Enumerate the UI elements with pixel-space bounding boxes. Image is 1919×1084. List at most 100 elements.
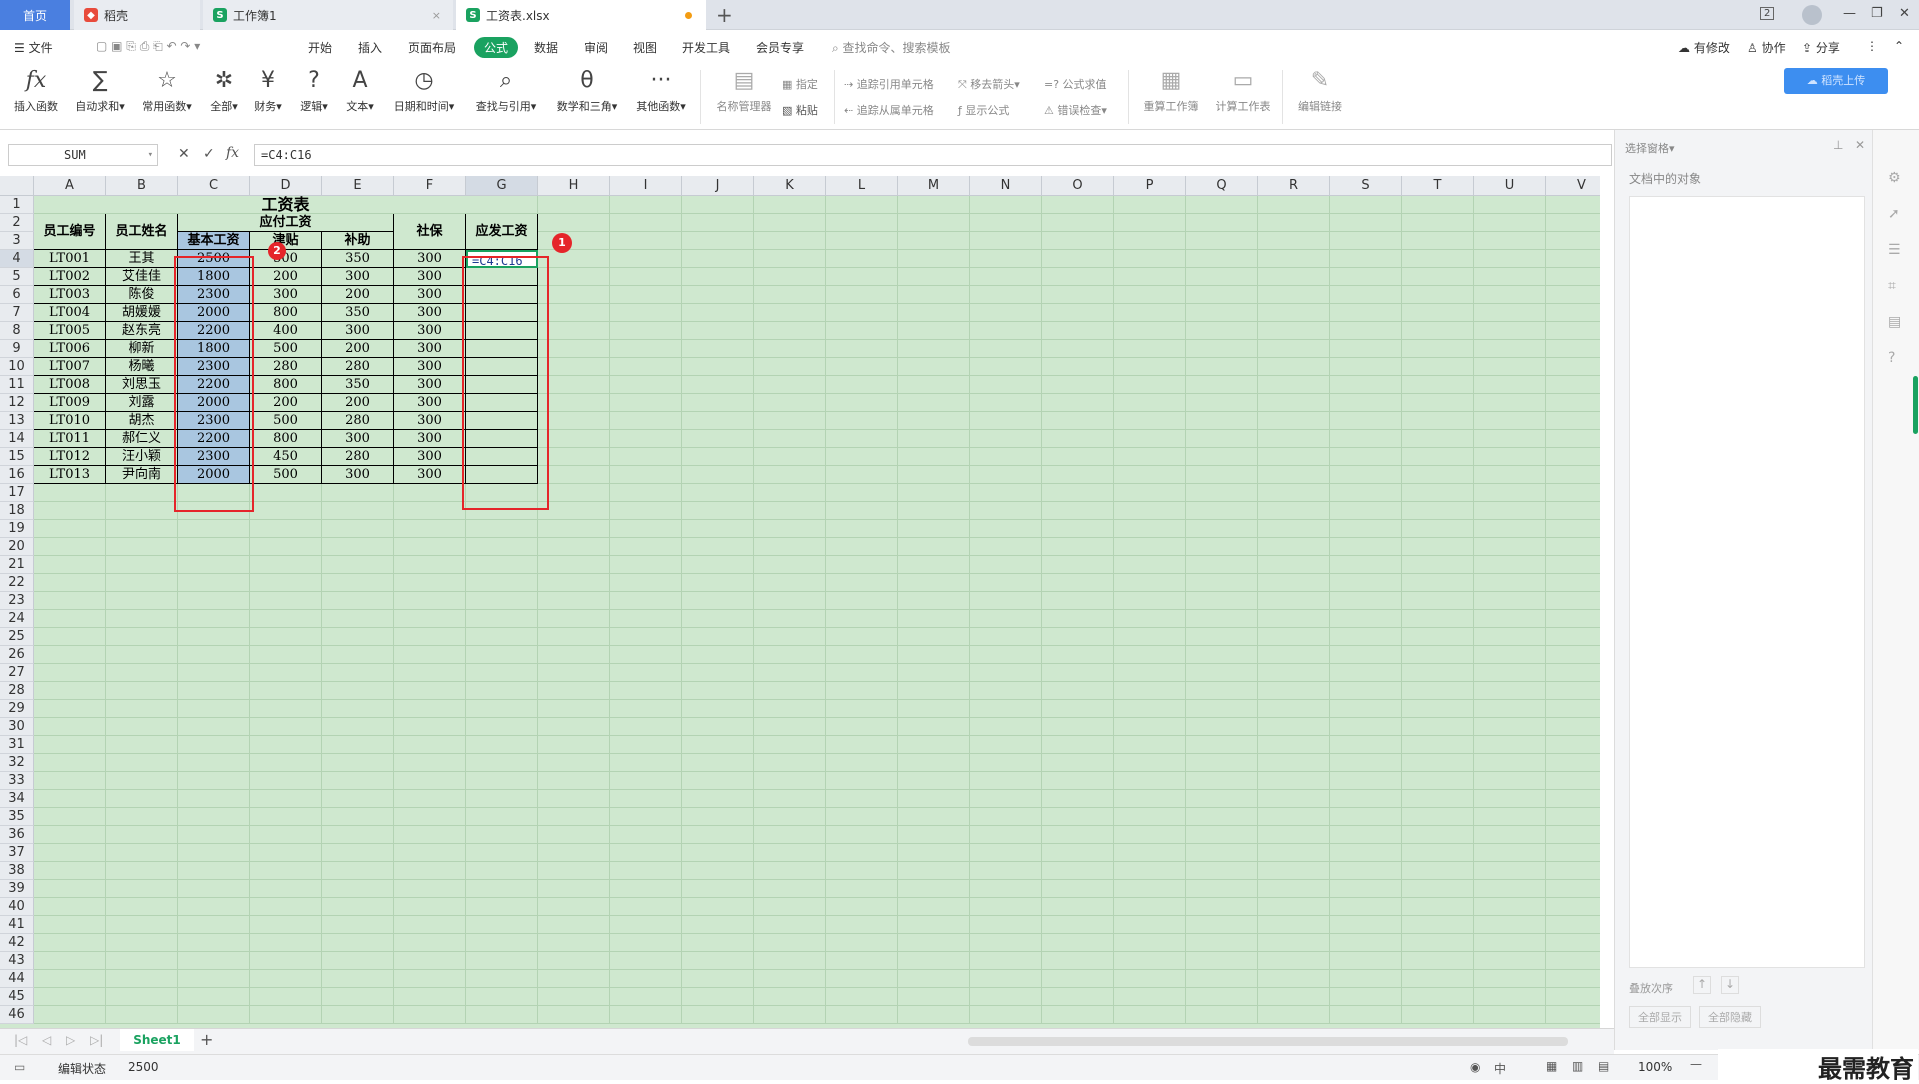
grid-cell[interactable] — [970, 718, 1042, 736]
grid-cell[interactable] — [754, 466, 826, 484]
table-cell[interactable]: 300 — [250, 286, 322, 304]
grid-cell[interactable] — [682, 556, 754, 574]
grid-cell[interactable] — [610, 448, 682, 466]
grid-cell[interactable] — [1258, 520, 1330, 538]
grid-cell[interactable] — [1402, 232, 1474, 250]
grid-cell[interactable] — [754, 394, 826, 412]
sheet-nav-prev-icon[interactable]: ◁ — [42, 1033, 51, 1047]
grid-cell[interactable] — [970, 484, 1042, 502]
grid-cell[interactable] — [178, 970, 250, 988]
grid-cell[interactable] — [898, 250, 970, 268]
close-window-icon[interactable]: ✕ — [1899, 6, 1910, 21]
grid-cell[interactable] — [34, 502, 106, 520]
grid-cell[interactable] — [826, 862, 898, 880]
grid-cell[interactable] — [1330, 808, 1402, 826]
grid-cell[interactable] — [538, 610, 610, 628]
grid-cell[interactable] — [466, 898, 538, 916]
grid-cell[interactable] — [610, 808, 682, 826]
grid-cell[interactable] — [322, 826, 394, 844]
grid-cell[interactable] — [1186, 268, 1258, 286]
grid-cell[interactable] — [682, 934, 754, 952]
grid-cell[interactable] — [1402, 466, 1474, 484]
properties-icon[interactable]: ☰ — [1888, 242, 1901, 258]
grid-cell[interactable] — [322, 934, 394, 952]
grid-cell[interactable] — [322, 898, 394, 916]
grid-cell[interactable] — [538, 718, 610, 736]
grid-cell[interactable] — [610, 376, 682, 394]
grid-cell[interactable] — [394, 556, 466, 574]
grid-cell[interactable] — [538, 682, 610, 700]
grid-cell[interactable] — [682, 664, 754, 682]
grid-cell[interactable] — [1114, 268, 1186, 286]
grid-cell[interactable] — [1330, 412, 1402, 430]
menu-view[interactable]: 视图 — [633, 39, 657, 56]
table-cell[interactable]: 刘思玉 — [106, 376, 178, 394]
row-header-22[interactable]: 22 — [0, 574, 34, 592]
row-header-19[interactable]: 19 — [0, 520, 34, 538]
grid-cell[interactable] — [1114, 718, 1186, 736]
grid-cell[interactable] — [1546, 916, 1600, 934]
grid-cell[interactable] — [1330, 322, 1402, 340]
menu-formula[interactable]: 公式 — [474, 37, 519, 58]
show-all-button[interactable]: 全部显示 — [1629, 1006, 1691, 1028]
grid-cell[interactable] — [538, 556, 610, 574]
recalc-workbook-button[interactable]: ▦ 重算工作簿 — [1138, 68, 1204, 114]
grid-cell[interactable] — [538, 232, 610, 250]
grid-cell[interactable] — [250, 862, 322, 880]
zoom-out-icon[interactable]: — — [1690, 1057, 1702, 1071]
grid-cell[interactable] — [1114, 592, 1186, 610]
column-header-v[interactable]: V — [1546, 176, 1600, 196]
grid-cell[interactable] — [1330, 826, 1402, 844]
grid-cell[interactable] — [1186, 286, 1258, 304]
grid-cell[interactable] — [106, 610, 178, 628]
grid-cell[interactable] — [610, 772, 682, 790]
grid-cell[interactable] — [394, 664, 466, 682]
grid-cell[interactable] — [1258, 502, 1330, 520]
grid-cell[interactable] — [1330, 700, 1402, 718]
grid-cell[interactable] — [1474, 826, 1546, 844]
grid-cell[interactable] — [682, 754, 754, 772]
column-header-i[interactable]: I — [610, 176, 682, 196]
grid-cell[interactable] — [394, 700, 466, 718]
grid-cell[interactable] — [322, 538, 394, 556]
row-header-43[interactable]: 43 — [0, 952, 34, 970]
grid-cell[interactable] — [1042, 250, 1114, 268]
grid-cell[interactable] — [1042, 628, 1114, 646]
grid-cell[interactable] — [970, 772, 1042, 790]
window-count-badge[interactable]: 2 — [1760, 7, 1775, 20]
grid-cell[interactable] — [1402, 718, 1474, 736]
grid-cell[interactable] — [1042, 610, 1114, 628]
grid-cell[interactable] — [1258, 250, 1330, 268]
table-cell[interactable]: 450 — [250, 448, 322, 466]
tab-salary-xlsx[interactable]: S 工资表.xlsx — [456, 0, 706, 30]
confirm-edit-icon[interactable]: ✓ — [203, 146, 215, 162]
grid-cell[interactable] — [106, 898, 178, 916]
grid-cell[interactable] — [394, 502, 466, 520]
crop-icon[interactable]: ⌗ — [1888, 278, 1896, 294]
grid-cell[interactable] — [1402, 484, 1474, 502]
grid-cell[interactable] — [898, 808, 970, 826]
grid-cell[interactable] — [826, 682, 898, 700]
grid-cell[interactable] — [1330, 286, 1402, 304]
row-header-24[interactable]: 24 — [0, 610, 34, 628]
grid-cell[interactable] — [1402, 970, 1474, 988]
grid-cell[interactable] — [466, 736, 538, 754]
grid-cell[interactable] — [898, 664, 970, 682]
grid-cell[interactable] — [34, 1006, 106, 1024]
grid-cell[interactable] — [1330, 304, 1402, 322]
grid-cell[interactable] — [1114, 682, 1186, 700]
table-cell[interactable]: LT005 — [34, 322, 106, 340]
grid-cell[interactable] — [538, 1006, 610, 1024]
grid-cell[interactable] — [682, 916, 754, 934]
grid-cell[interactable] — [1186, 322, 1258, 340]
row-header-15[interactable]: 15 — [0, 448, 34, 466]
grid-cell[interactable] — [610, 484, 682, 502]
grid-cell[interactable] — [1114, 430, 1186, 448]
grid-cell[interactable] — [970, 808, 1042, 826]
grid-cell[interactable] — [538, 592, 610, 610]
grid-cell[interactable] — [1330, 736, 1402, 754]
grid-cell[interactable] — [1186, 718, 1258, 736]
more-icon[interactable]: ⋮ — [1866, 39, 1878, 53]
table-cell[interactable]: 350 — [322, 250, 394, 268]
row-header-30[interactable]: 30 — [0, 718, 34, 736]
